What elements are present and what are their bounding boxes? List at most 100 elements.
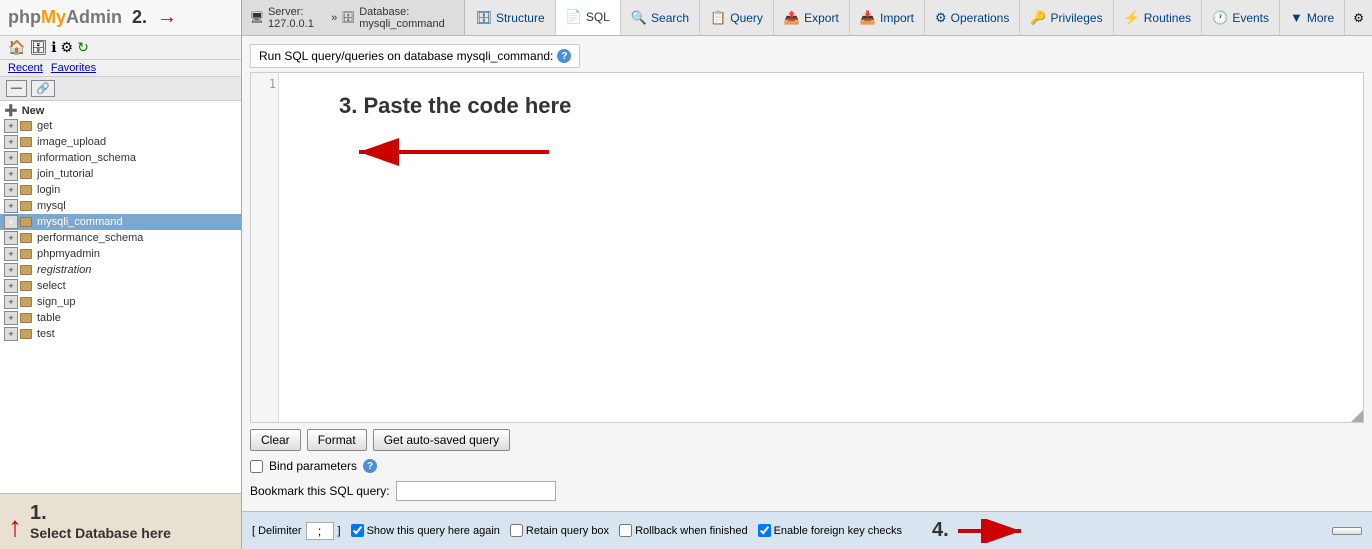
tab-icon-export: 📤 (784, 10, 800, 26)
gear-icon: ⚙ (1353, 11, 1364, 25)
tab-label-sql: SQL (586, 10, 610, 24)
tree-item-information-schema[interactable]: + information_schema (0, 150, 241, 166)
tab-routines[interactable]: ⚡Routines (1114, 0, 1203, 35)
step-1-text: Select Database here (30, 525, 171, 541)
clear-button[interactable]: Clear (250, 429, 301, 451)
expand-icon[interactable]: + (4, 311, 18, 325)
db-folder-icon (20, 296, 34, 308)
tree-item-mysqli-command[interactable]: + mysqli_command (0, 214, 241, 230)
auto-saved-button[interactable]: Get auto-saved query (373, 429, 510, 451)
tree-item-login[interactable]: + login (0, 182, 241, 198)
tree-item-test[interactable]: + test (0, 326, 241, 342)
db-folder-icon (20, 232, 34, 244)
tab-icon-more: ▼ (1290, 10, 1303, 25)
rollback-checkbox[interactable] (619, 524, 632, 537)
sidebar-toolbar: — 🔗 (0, 77, 241, 101)
minimize-icon[interactable]: — (6, 80, 27, 97)
format-button[interactable]: Format (307, 429, 367, 451)
tree-label: get (37, 120, 52, 132)
tab-icon-structure: 🗄 (475, 10, 492, 26)
retain-query-checkbox[interactable] (510, 524, 523, 537)
expand-icon[interactable]: + (4, 295, 18, 309)
link-icon[interactable]: 🔗 (31, 80, 55, 97)
tab-icon-search: 🔍 (631, 10, 647, 26)
tree-label: sign_up (37, 296, 76, 308)
main-content: 🖥 Server: 127.0.0.1 » 🗄 Database: mysqli… (242, 0, 1372, 549)
go-button[interactable] (1332, 527, 1362, 535)
step-4-num: 4. (932, 519, 949, 542)
favorites-link[interactable]: Favorites (51, 62, 96, 74)
db-folder-icon (20, 184, 34, 196)
tab-query[interactable]: 📋Query (700, 0, 774, 35)
bind-params-checkbox[interactable] (250, 460, 263, 473)
tree-item-registration[interactable]: + registration (0, 262, 241, 278)
expand-icon[interactable]: + (4, 135, 18, 149)
tab-search[interactable]: 🔍Search (621, 0, 700, 35)
logo-admin: Admin (66, 7, 122, 27)
tree-item-New[interactable]: ➕ New (0, 103, 241, 118)
expand-icon[interactable]: + (4, 167, 18, 181)
tree-item-sign-up[interactable]: + sign_up (0, 294, 241, 310)
expand-icon[interactable]: + (4, 151, 18, 165)
expand-icon[interactable]: + (4, 263, 18, 277)
new-db-icon: ➕ (4, 104, 18, 117)
db-folder-icon (20, 200, 34, 212)
delimiter-input[interactable] (306, 522, 334, 540)
tab-events[interactable]: 🕐Events (1202, 0, 1280, 35)
tree-item-get[interactable]: + get (0, 118, 241, 134)
expand-icon[interactable]: + (4, 279, 18, 293)
show-query-checkbox[interactable] (351, 524, 364, 537)
settings-gear[interactable]: ⚙ (1345, 0, 1372, 35)
bookmark-input[interactable] (396, 481, 556, 501)
db-folder-icon (20, 216, 34, 228)
update-icon[interactable]: ↻ (77, 39, 89, 56)
show-query-group: Show this query here again (351, 524, 500, 537)
logo-my: My (41, 7, 66, 27)
tab-operations[interactable]: ⚙Operations (925, 0, 1020, 35)
db-folder-icon (20, 280, 34, 292)
tree-item-select[interactable]: + select (0, 278, 241, 294)
expand-icon[interactable]: + (4, 119, 18, 133)
tab-export[interactable]: 📤Export (774, 0, 850, 35)
editor-resize-handle[interactable] (1351, 410, 1363, 422)
expand-icon[interactable]: + (4, 327, 18, 341)
info-icon[interactable]: ℹ (51, 39, 56, 56)
sql-content-area: Run SQL query/queries on database mysqli… (242, 36, 1372, 511)
tab-structure[interactable]: 🗄Structure (465, 0, 555, 35)
tree-label: New (22, 105, 45, 117)
tree-label: mysql (37, 200, 66, 212)
db-folder-icon (20, 152, 34, 164)
rollback-label: Rollback when finished (635, 525, 748, 537)
db-icon[interactable]: 🗄 (29, 39, 47, 56)
tab-icon-operations: ⚙ (935, 10, 947, 26)
tab-more[interactable]: ▼More (1280, 0, 1345, 35)
db-folder-icon (20, 248, 34, 260)
tree-item-join-tutorial[interactable]: + join_tutorial (0, 166, 241, 182)
tree-item-performance-schema[interactable]: + performance_schema (0, 230, 241, 246)
tree-item-phpmyadmin[interactable]: + phpmyadmin (0, 246, 241, 262)
expand-icon[interactable]: + (4, 199, 18, 213)
breadcrumb-sep: » (331, 12, 337, 24)
expand-icon[interactable]: + (4, 215, 18, 229)
expand-icon[interactable]: + (4, 247, 18, 261)
sql-button-row: Clear Format Get auto-saved query (250, 423, 1364, 457)
expand-icon[interactable]: + (4, 183, 18, 197)
expand-icon[interactable]: + (4, 231, 18, 245)
help-icon[interactable]: ? (557, 49, 571, 63)
tree-item-image-upload[interactable]: + image_upload (0, 134, 241, 150)
home-icon[interactable]: 🏠 (8, 39, 25, 56)
tab-import[interactable]: 📥Import (850, 0, 925, 35)
db-folder-icon (20, 168, 34, 180)
foreign-key-checkbox[interactable] (758, 524, 771, 537)
tab-sql[interactable]: 📄SQL (556, 0, 621, 35)
sql-editor-container: 1 3. Paste the code here (250, 72, 1364, 423)
sidebar-icons-row: 🏠 🗄 ℹ ⚙ ↻ (0, 36, 241, 60)
tree-item-mysql[interactable]: + mysql (0, 198, 241, 214)
recent-link[interactable]: Recent (8, 62, 43, 74)
step-1-num: 1. (30, 502, 171, 525)
tab-privileges[interactable]: 🔑Privileges (1020, 0, 1113, 35)
bind-params-help-icon[interactable]: ? (363, 459, 377, 473)
tree-item-table[interactable]: + table (0, 310, 241, 326)
sql-textarea[interactable] (283, 77, 1359, 418)
settings-icon[interactable]: ⚙ (61, 39, 74, 56)
